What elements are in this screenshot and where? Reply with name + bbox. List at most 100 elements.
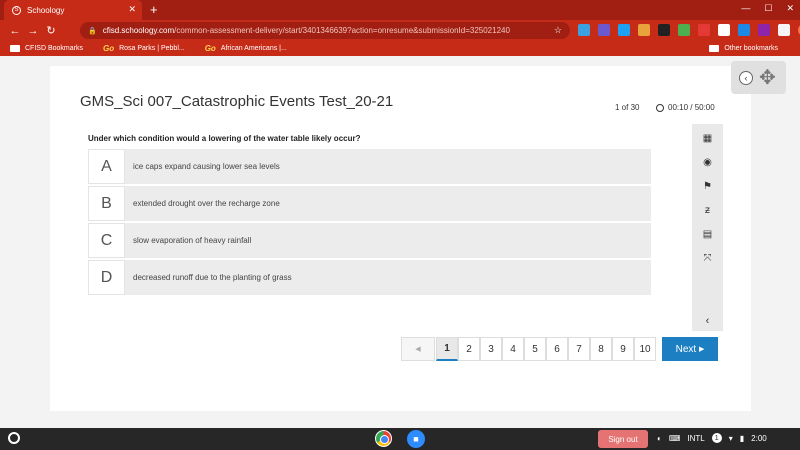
window-controls: — ☐ ✕ xyxy=(741,3,794,14)
sign-out-button[interactable]: Sign out xyxy=(598,430,648,448)
timer-text: 00:10 / 50:00 xyxy=(668,103,715,112)
close-window-icon[interactable]: ✕ xyxy=(786,3,794,14)
go-icon: Go xyxy=(102,44,115,53)
chevron-left-icon[interactable]: ‹ xyxy=(739,71,753,85)
move-icon[interactable]: ✥ xyxy=(759,65,776,90)
next-label: Next xyxy=(675,343,697,355)
extension-icon[interactable] xyxy=(718,24,730,36)
question-pager: ◀ 1 2 3 4 5 6 7 8 9 10 Next ▶ xyxy=(401,337,718,361)
launcher-icon[interactable] xyxy=(8,432,20,444)
page-content: GMS_Sci 007_Catastrophic Events Test_20-… xyxy=(0,56,800,428)
extension-icon[interactable] xyxy=(738,24,750,36)
extension-icon[interactable] xyxy=(758,24,770,36)
drag-handle[interactable]: ‹ ✥ xyxy=(731,61,786,94)
accessibility-icon: ◐ xyxy=(657,433,662,443)
answer-text: slow evaporation of heavy rainfall xyxy=(133,236,252,245)
highlighter-icon[interactable]: ƶ xyxy=(701,203,715,217)
flag-icon[interactable]: ⚑ xyxy=(701,179,715,193)
question-text: Under which condition would a lowering o… xyxy=(88,134,361,143)
question-counter: 1 of 30 xyxy=(615,103,640,112)
url-domain: cfisd.schoology.com xyxy=(102,26,175,35)
page-button-5[interactable]: 5 xyxy=(524,337,546,361)
chrome-icon[interactable] xyxy=(375,430,392,447)
puzzle-icon[interactable] xyxy=(778,24,790,36)
answer-option-c[interactable]: C slow evaporation of heavy rainfall xyxy=(88,223,651,258)
answer-list: A ice caps expand causing lower sea leve… xyxy=(88,149,651,297)
forward-button[interactable]: → xyxy=(24,25,42,37)
next-button[interactable]: Next ▶ xyxy=(662,337,718,361)
extension-icon[interactable] xyxy=(638,24,650,36)
zoom-icon[interactable]: ■ xyxy=(407,430,425,448)
input-method: INTL xyxy=(687,433,705,443)
play-icon: ▶ xyxy=(698,346,705,353)
reload-button[interactable]: ↻ xyxy=(42,24,60,37)
notification-badge: 1 xyxy=(711,433,722,443)
bookmark-rosa-parks[interactable]: Go Rosa Parks | Pebbl... xyxy=(103,44,185,53)
browser-toolbar: ← → ↻ 🔒 cfisd.schoology.com/common-asses… xyxy=(0,20,800,41)
info-icon[interactable]: ◉ xyxy=(701,155,715,169)
extension-icon[interactable] xyxy=(598,24,610,36)
page-title: GMS_Sci 007_Catastrophic Events Test_20-… xyxy=(80,93,394,110)
extension-icon[interactable] xyxy=(678,24,690,36)
page-button-6[interactable]: 6 xyxy=(546,337,568,361)
answer-letter: C xyxy=(88,223,125,258)
extension-icon[interactable] xyxy=(658,24,670,36)
fullscreen-icon[interactable]: ⤧ xyxy=(701,251,715,265)
bookmark-label: CFISD Bookmarks xyxy=(25,45,83,52)
back-button[interactable]: ← xyxy=(6,25,24,37)
notepad-icon[interactable]: ▤ xyxy=(701,227,715,241)
schoology-favicon-icon: S xyxy=(12,5,21,15)
page-button-3[interactable]: 3 xyxy=(480,337,502,361)
lock-icon: 🔒 xyxy=(88,27,97,35)
tools-panel: ▦ ◉ ⚑ ƶ ▤ ⤧ ‹ xyxy=(692,124,723,331)
answer-letter: A xyxy=(88,149,125,184)
timer: 00:10 / 50:00 xyxy=(656,103,715,112)
bookmark-cfisd[interactable]: CFISD Bookmarks xyxy=(10,45,83,52)
assessment-card: GMS_Sci 007_Catastrophic Events Test_20-… xyxy=(50,66,751,411)
answer-letter: D xyxy=(88,260,125,295)
new-tab-button[interactable]: + xyxy=(150,2,158,17)
calendar-icon[interactable]: ▦ xyxy=(701,131,715,145)
browser-tab[interactable]: S Schoology ✕ xyxy=(4,0,142,20)
page-button-1[interactable]: 1 xyxy=(436,337,458,361)
maximize-icon[interactable]: ☐ xyxy=(764,3,772,14)
answer-text: extended drought over the recharge zone xyxy=(133,199,280,208)
extension-icon[interactable] xyxy=(578,24,590,36)
address-bar[interactable]: 🔒 cfisd.schoology.com/common-assessment-… xyxy=(80,22,570,39)
page-button-8[interactable]: 8 xyxy=(590,337,612,361)
answer-option-a[interactable]: A ice caps expand causing lower sea leve… xyxy=(88,149,651,184)
answer-option-b[interactable]: B extended drought over the recharge zon… xyxy=(88,186,651,221)
bookmark-african-americans[interactable]: Go African Americans |... xyxy=(205,44,287,53)
previous-page-button[interactable]: ◀ xyxy=(401,337,435,361)
extension-icon[interactable] xyxy=(618,24,630,36)
answer-letter: B xyxy=(88,186,125,221)
bookmark-label: African Americans |... xyxy=(220,45,287,52)
answer-text: decreased runoff due to the planting of … xyxy=(133,273,292,282)
extension-icon[interactable] xyxy=(698,24,710,36)
page-button-4[interactable]: 4 xyxy=(502,337,524,361)
page-button-7[interactable]: 7 xyxy=(568,337,590,361)
page-button-10[interactable]: 10 xyxy=(634,337,656,361)
collapse-tools-icon[interactable]: ‹ xyxy=(706,315,710,327)
tab-strip: S Schoology ✕ + — ☐ ✕ xyxy=(0,0,800,20)
folder-icon xyxy=(709,45,720,52)
other-bookmarks[interactable]: Other bookmarks xyxy=(709,45,778,52)
clock-icon xyxy=(656,103,664,112)
bookmark-star-icon[interactable]: ☆ xyxy=(554,25,562,36)
status-tray[interactable]: ◐ ⌨ INTL 1 ▾ ▮ 2:00 xyxy=(657,433,767,443)
answer-option-d[interactable]: D decreased runoff due to the planting o… xyxy=(88,260,651,295)
close-tab-icon[interactable]: ✕ xyxy=(128,4,136,15)
battery-icon: ▮ xyxy=(739,433,745,443)
keyboard-icon: ⌨ xyxy=(668,433,681,443)
go-icon: Go xyxy=(204,44,216,53)
minimize-icon[interactable]: — xyxy=(741,3,750,14)
page-button-9[interactable]: 9 xyxy=(612,337,634,361)
wifi-icon: ▾ xyxy=(728,433,733,443)
extensions: ⋮ xyxy=(578,24,800,36)
bookmark-label: Rosa Parks | Pebbl... xyxy=(119,45,185,52)
page-button-2[interactable]: 2 xyxy=(458,337,480,361)
bookmarks-bar: CFISD Bookmarks Go Rosa Parks | Pebbl...… xyxy=(0,41,800,56)
os-shelf: ■ Sign out ◐ ⌨ INTL 1 ▾ ▮ 2:00 xyxy=(0,428,800,450)
folder-icon xyxy=(10,45,20,52)
tab-title: Schoology xyxy=(27,5,65,15)
